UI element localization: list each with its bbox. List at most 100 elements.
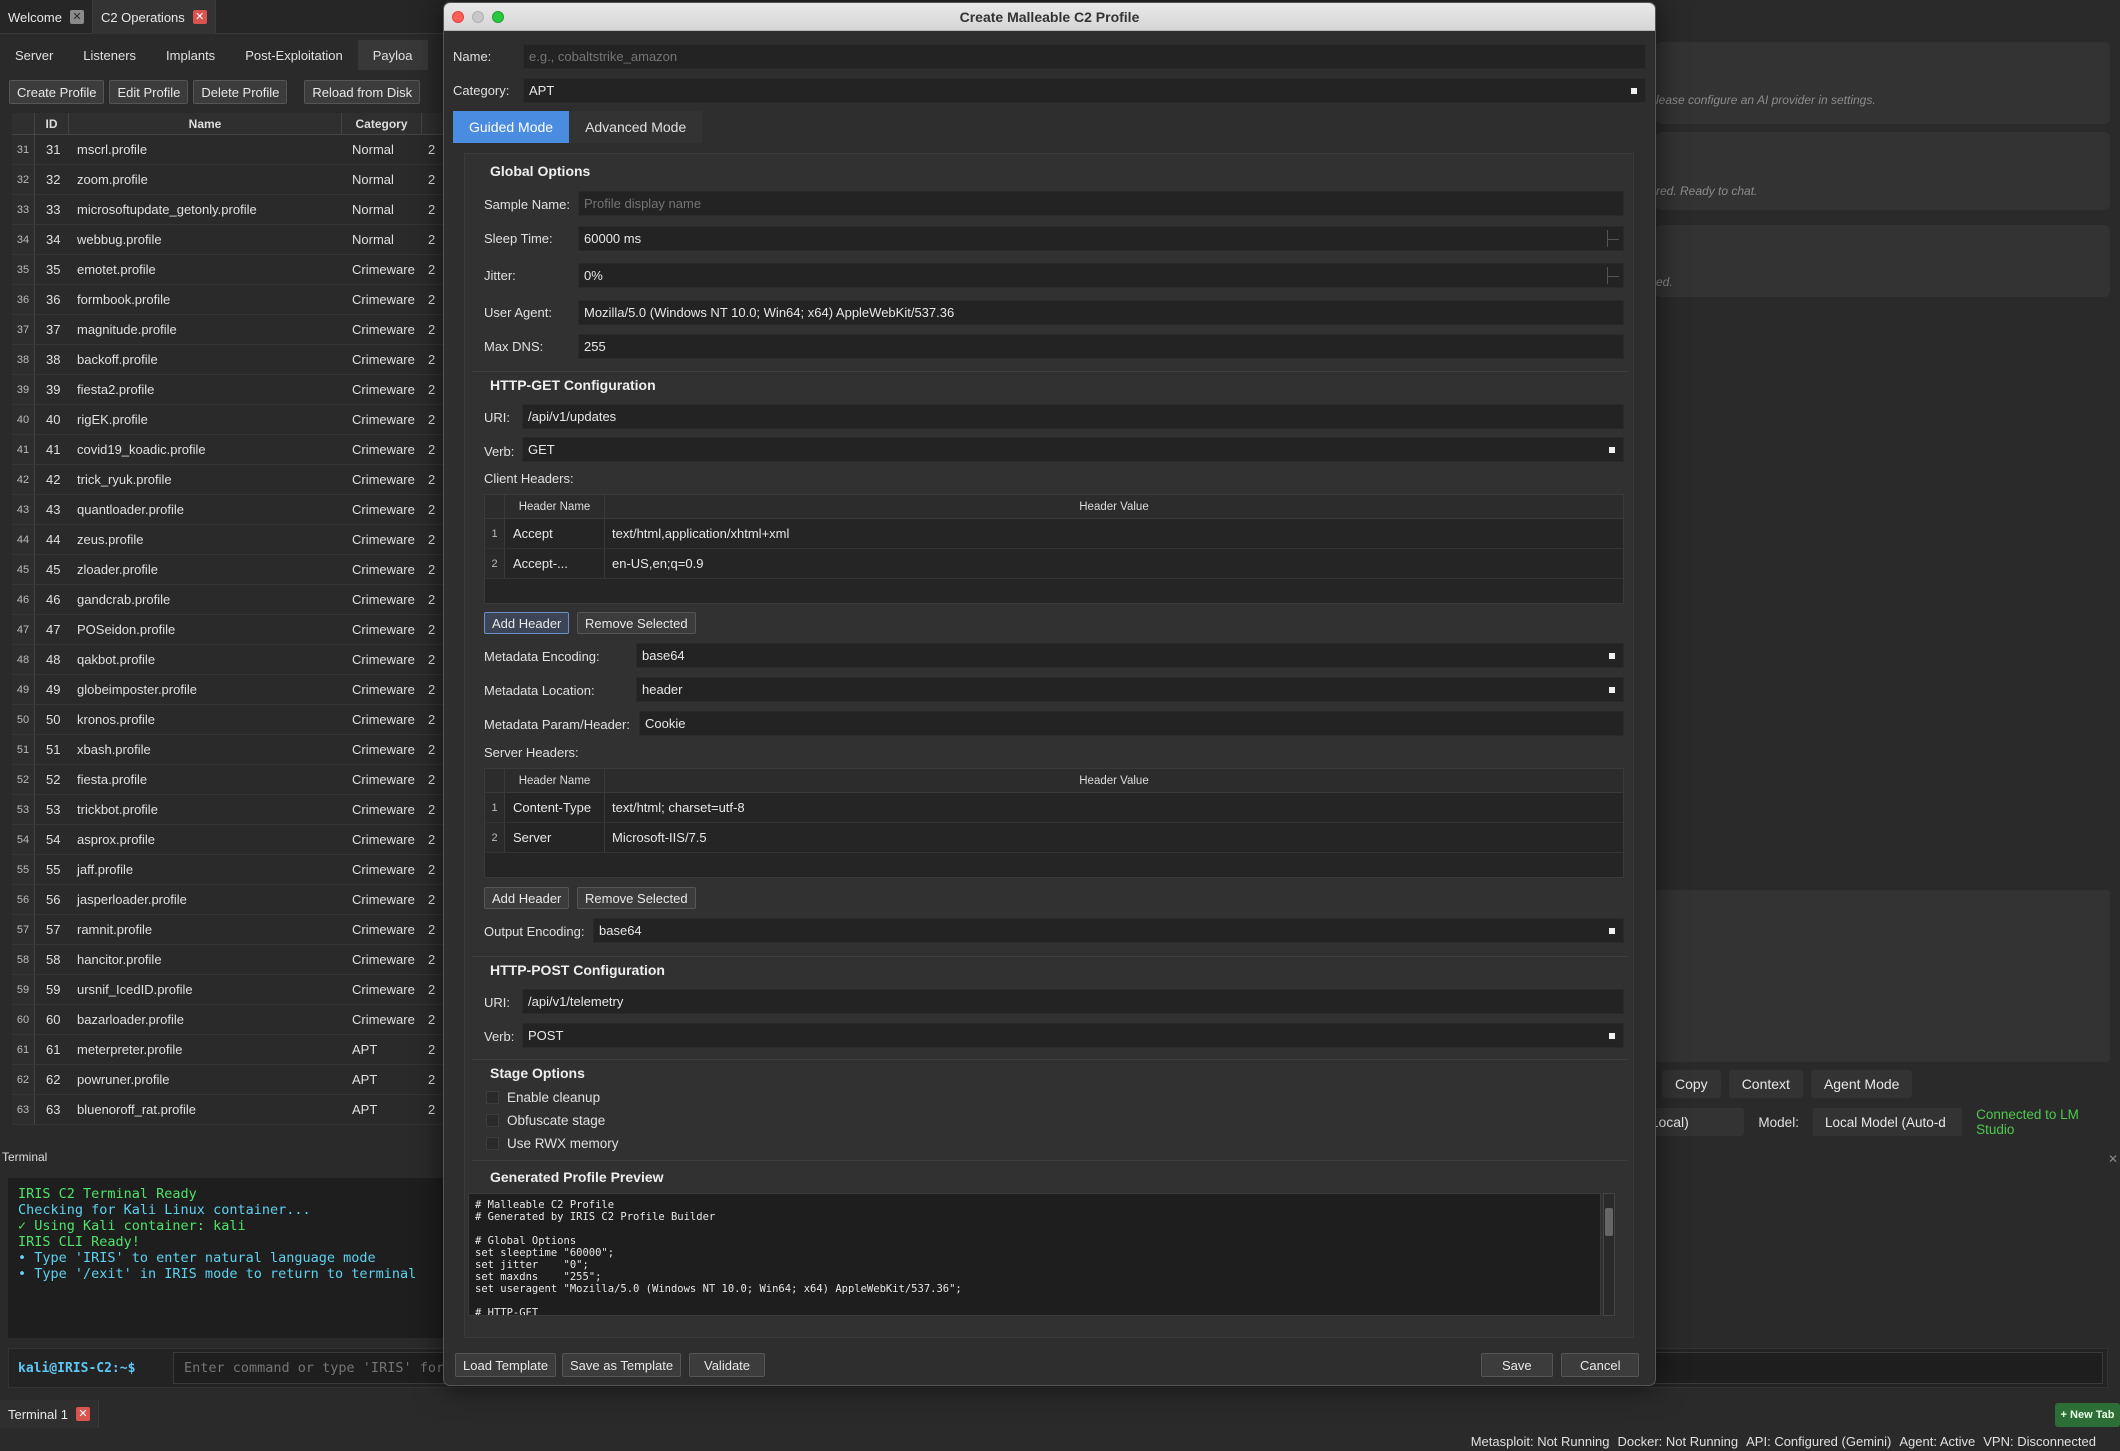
table-row[interactable]: 50 50 kronos.profile Crimeware 2 (12, 705, 445, 735)
add-client-header-button[interactable]: Add Header (484, 612, 570, 634)
save-button[interactable]: Save (1481, 1353, 1553, 1377)
close-icon[interactable]: ✕ (2108, 1152, 2118, 1166)
table-row[interactable]: 62 62 powruner.profile APT 2 (12, 1065, 445, 1095)
table-row[interactable]: 60 60 bazarloader.profile Crimeware 2 (12, 1005, 445, 1035)
column-header-name[interactable]: Name (69, 113, 342, 134)
use-rwx-memory-checkbox[interactable]: Use RWX memory (486, 1136, 619, 1151)
enable-cleanup-checkbox[interactable]: Enable cleanup (486, 1090, 600, 1105)
table-row[interactable]: 58 58 hancitor.profile Crimeware 2 (12, 945, 445, 975)
table-row[interactable]: 45 45 zloader.profile Crimeware 2 (12, 555, 445, 585)
table-row[interactable]: 49 49 globeimposter.profile Crimeware 2 (12, 675, 445, 705)
column-header-name[interactable]: Header Name (505, 495, 605, 518)
post-uri-input[interactable]: /api/v1/telemetry (522, 989, 1624, 1014)
remove-server-header-button[interactable]: Remove Selected (577, 887, 696, 909)
model-select[interactable]: Local Model (Auto-d (1812, 1108, 1963, 1136)
get-uri-input[interactable]: /api/v1/updates (522, 404, 1624, 429)
tab-welcome[interactable]: Welcome ✕ (0, 0, 93, 34)
remove-client-header-button[interactable]: Remove Selected (577, 612, 696, 634)
header-name-cell[interactable]: Server (505, 823, 605, 852)
close-icon[interactable]: ✕ (75, 1407, 90, 1421)
max-dns-input[interactable]: 255 (578, 334, 1624, 359)
table-row[interactable]: 52 52 fiesta.profile Crimeware 2 (12, 765, 445, 795)
header-value-cell[interactable]: text/html,application/xhtml+xml (605, 519, 1623, 548)
ai-chat-input-area[interactable] (1655, 890, 2110, 1062)
jitter-spinbox[interactable]: 0% (578, 263, 1624, 288)
output-encoding-select[interactable]: base64 (593, 918, 1624, 943)
cancel-button[interactable]: Cancel (1561, 1353, 1640, 1377)
table-row[interactable]: 43 43 quantloader.profile Crimeware 2 (12, 495, 445, 525)
new-terminal-tab-button[interactable]: + New Tab (2055, 1403, 2120, 1427)
sleep-time-spinbox[interactable]: 60000 ms (578, 226, 1624, 251)
table-row[interactable]: 61 61 meterpreter.profile APT 2 (12, 1035, 445, 1065)
validate-button[interactable]: Validate (689, 1353, 766, 1377)
header-name-cell[interactable]: Content-Type (505, 793, 605, 822)
column-header-value[interactable]: Header Value (605, 495, 1623, 518)
context-button[interactable]: Context (1728, 1070, 1803, 1098)
copy-button[interactable]: Copy (1662, 1070, 1721, 1098)
close-icon[interactable]: ✕ (192, 10, 207, 24)
column-header-name[interactable]: Header Name (505, 769, 605, 792)
tab-implants[interactable]: Implants (151, 40, 230, 70)
load-template-button[interactable]: Load Template (455, 1353, 557, 1377)
preview-scrollbar[interactable] (1603, 1193, 1615, 1316)
checkbox-icon[interactable] (486, 1114, 499, 1127)
checkbox-icon[interactable] (486, 1137, 499, 1150)
table-row[interactable]: 1 Accept text/html,application/xhtml+xml (485, 519, 1623, 549)
checkbox-icon[interactable] (486, 1091, 499, 1104)
table-row[interactable]: 44 44 zeus.profile Crimeware 2 (12, 525, 445, 555)
metadata-param-input[interactable]: Cookie (639, 711, 1624, 736)
table-row[interactable]: 32 32 zoom.profile Normal 2 (12, 165, 445, 195)
get-verb-select[interactable]: GET (522, 437, 1624, 462)
table-row[interactable]: 57 57 ramnit.profile Crimeware 2 (12, 915, 445, 945)
table-row[interactable]: 34 34 webbug.profile Normal 2 (12, 225, 445, 255)
table-row[interactable]: 38 38 backoff.profile Crimeware 2 (12, 345, 445, 375)
metadata-location-select[interactable]: header (636, 677, 1624, 702)
column-header-category[interactable]: Category (342, 113, 422, 134)
table-row[interactable]: 1 Content-Type text/html; charset=utf-8 (485, 793, 1623, 823)
terminal-output[interactable]: IRIS C2 Terminal Ready Checking for Kali … (8, 1178, 446, 1338)
table-row[interactable]: 37 37 magnitude.profile Crimeware 2 (12, 315, 445, 345)
table-row[interactable]: 53 53 trickbot.profile Crimeware 2 (12, 795, 445, 825)
spinner-arrows-icon[interactable] (1607, 230, 1619, 247)
header-name-cell[interactable]: Accept-... (505, 549, 605, 578)
spinner-arrows-icon[interactable] (1607, 267, 1619, 284)
header-value-cell[interactable]: text/html; charset=utf-8 (605, 793, 1623, 822)
sample-name-input[interactable] (578, 191, 1624, 216)
table-row[interactable]: 36 36 formbook.profile Crimeware 2 (12, 285, 445, 315)
table-row[interactable]: 56 56 jasperloader.profile Crimeware 2 (12, 885, 445, 915)
reload-from-disk-button[interactable]: Reload from Disk (304, 80, 421, 104)
header-value-cell[interactable]: Microsoft-IIS/7.5 (605, 823, 1623, 852)
table-row[interactable]: 48 48 qakbot.profile Crimeware 2 (12, 645, 445, 675)
table-row[interactable]: 40 40 rigEK.profile Crimeware 2 (12, 405, 445, 435)
close-icon[interactable]: ✕ (69, 10, 84, 24)
table-row[interactable]: 31 31 mscrl.profile Normal 2 (12, 135, 445, 165)
table-row[interactable]: 51 51 xbash.profile Crimeware 2 (12, 735, 445, 765)
tab-c2-operations[interactable]: C2 Operations ✕ (92, 0, 216, 34)
profile-name-input[interactable] (523, 44, 1646, 69)
table-row[interactable]: 39 39 fiesta2.profile Crimeware 2 (12, 375, 445, 405)
header-name-cell[interactable]: Accept (505, 519, 605, 548)
table-row[interactable]: 33 33 microsoftupdate_getonly.profile Norma… (12, 195, 445, 225)
table-row[interactable]: 59 59 ursnif_IcedID.profile Crimeware 2 (12, 975, 445, 1005)
table-row[interactable]: 2 Accept-... en-US,en;q=0.9 (485, 549, 1623, 579)
header-value-cell[interactable]: en-US,en;q=0.9 (605, 549, 1623, 578)
tab-advanced-mode[interactable]: Advanced Mode (569, 111, 703, 143)
agent-mode-button[interactable]: Agent Mode (1810, 1070, 1913, 1098)
user-agent-input[interactable]: Mozilla/5.0 (Windows NT 10.0; Win64; x64… (578, 300, 1624, 325)
table-row[interactable]: 47 47 POSeidon.profile Crimeware 2 (12, 615, 445, 645)
table-row[interactable]: 54 54 asprox.profile Crimeware 2 (12, 825, 445, 855)
tab-payloads[interactable]: Payloa (357, 40, 428, 70)
category-select[interactable]: APT (523, 78, 1646, 103)
tab-server[interactable]: Server (0, 40, 68, 70)
add-server-header-button[interactable]: Add Header (484, 887, 570, 909)
profile-preview-text[interactable]: # Malleable C2 Profile # Generated by IR… (468, 1193, 1601, 1316)
metadata-encoding-select[interactable]: base64 (636, 643, 1624, 668)
table-row[interactable]: 42 42 trick_ryuk.profile Crimeware 2 (12, 465, 445, 495)
table-row[interactable]: 55 55 jaff.profile Crimeware 2 (12, 855, 445, 885)
create-profile-button[interactable]: Create Profile (9, 80, 105, 104)
table-row[interactable]: 35 35 emotet.profile Crimeware 2 (12, 255, 445, 285)
column-header-id[interactable]: ID (35, 113, 69, 134)
tab-terminal-1[interactable]: Terminal 1 ✕ (0, 1400, 99, 1428)
edit-profile-button[interactable]: Edit Profile (109, 80, 189, 104)
obfuscate-stage-checkbox[interactable]: Obfuscate stage (486, 1113, 605, 1128)
